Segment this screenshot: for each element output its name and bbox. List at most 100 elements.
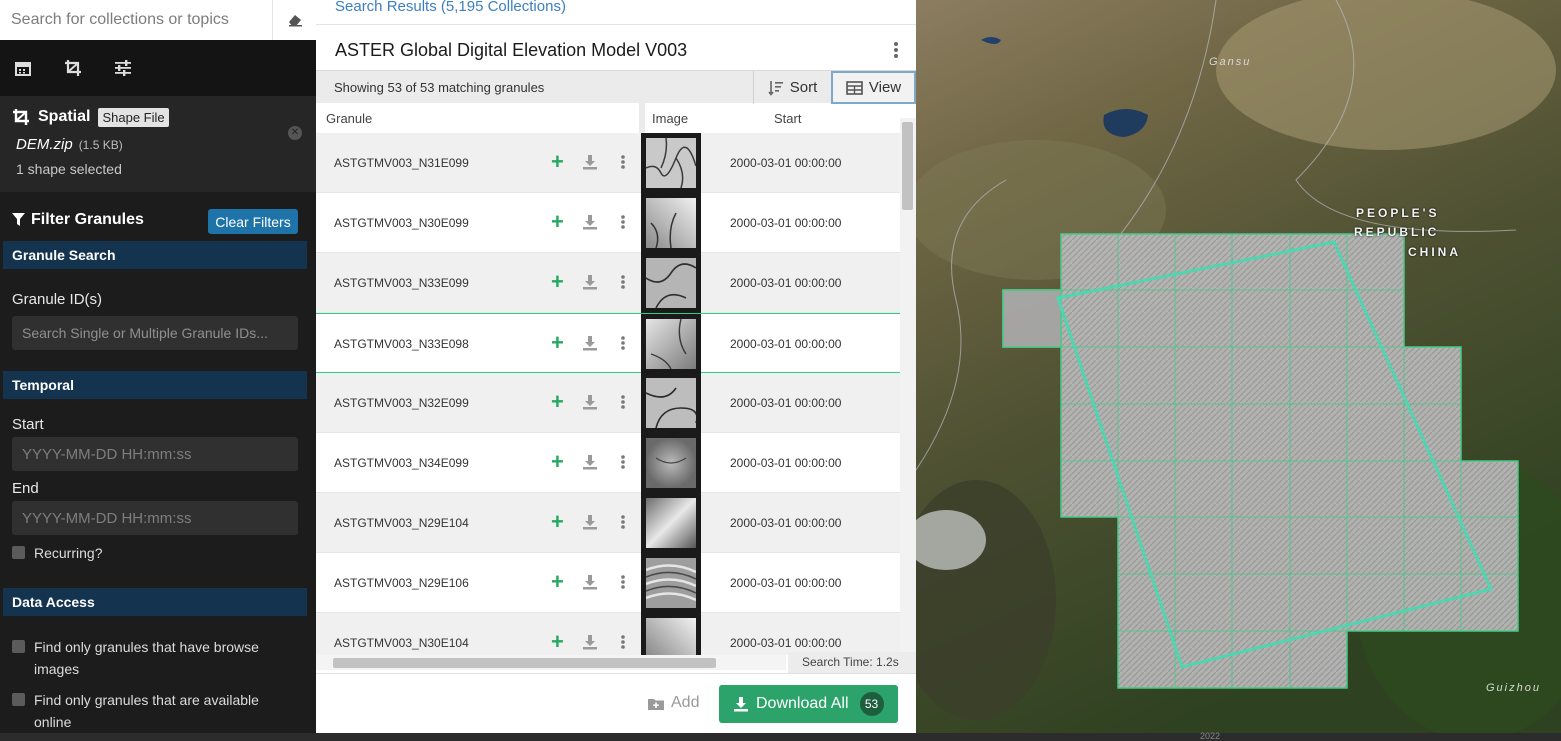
temporal-tool-button[interactable] xyxy=(10,55,36,81)
granule-results-panel: Search Results (5,195 Collections) ASTER… xyxy=(316,0,916,733)
browse-thumbnail[interactable] xyxy=(646,618,696,655)
horizontal-scrollbar[interactable] xyxy=(316,655,786,670)
granule-menu-button[interactable] xyxy=(619,274,627,290)
browse-thumbnail[interactable] xyxy=(646,438,696,488)
add-granule-button[interactable]: + xyxy=(551,211,565,233)
granule-column-header[interactable]: Granule xyxy=(326,111,372,126)
granule-start: 2000-03-01 00:00:00 xyxy=(730,516,842,530)
plus-icon: + xyxy=(551,149,564,174)
granule-menu-button[interactable] xyxy=(619,214,627,230)
end-date-input[interactable]: YYYY-MM-DD HH:mm:ss xyxy=(12,501,298,535)
timeline[interactable]: 2022 xyxy=(0,731,1561,741)
scrollbar-thumb[interactable] xyxy=(902,122,913,210)
browse-thumbnail[interactable] xyxy=(646,558,696,608)
collection-search-input[interactable]: Search for collections or topics xyxy=(0,11,272,29)
download-granule-button[interactable] xyxy=(582,274,598,290)
image-column-header[interactable]: Image xyxy=(652,111,688,126)
granule-id: ASTGTMV003_N33E099 xyxy=(334,276,469,290)
download-icon xyxy=(583,395,597,410)
table-row[interactable]: ASTGTMV003_N32E099 + 2000-03-01 00:00:00 xyxy=(316,373,900,433)
start-column-header[interactable]: Start xyxy=(774,111,801,126)
download-granule-button[interactable] xyxy=(582,335,598,351)
online-only-checkbox-row[interactable]: Find only granules that are available onl… xyxy=(12,689,259,733)
shape-file-info: DEM.zip (1.5 KB) xyxy=(12,136,304,153)
granule-search-section[interactable]: Granule Search xyxy=(3,241,307,269)
add-label: Add xyxy=(671,694,700,711)
map-view[interactable]: PEOPLE'S REPUBLIC CHINA Gansu Guizhou xyxy=(916,0,1561,733)
data-access-section[interactable]: Data Access xyxy=(3,588,307,616)
granule-table-body: ASTGTMV003_N31E099 + 2000-03-01 00:00:00… xyxy=(316,133,900,655)
add-granule-button[interactable]: + xyxy=(551,332,565,354)
add-granule-button[interactable]: + xyxy=(551,151,565,173)
granule-menu-button[interactable] xyxy=(619,335,627,351)
more-vertical-icon xyxy=(621,336,625,350)
download-granule-button[interactable] xyxy=(582,574,598,590)
horizontal-scrollbar-thumb[interactable] xyxy=(333,658,716,668)
granule-id: ASTGTMV003_N31E099 xyxy=(334,156,469,170)
browse-only-checkbox-row[interactable]: Find only granules that have browse image… xyxy=(12,636,259,680)
download-granule-button[interactable] xyxy=(582,454,598,470)
download-count-badge: 53 xyxy=(859,692,884,716)
granule-list-scrollbar[interactable] xyxy=(900,118,916,655)
temporal-section[interactable]: Temporal xyxy=(3,371,307,399)
add-granule-button[interactable]: + xyxy=(551,271,565,293)
column-resize-handle[interactable] xyxy=(639,103,645,133)
plus-icon: + xyxy=(551,389,564,414)
browse-thumbnail[interactable] xyxy=(646,498,696,548)
add-granule-button[interactable]: + xyxy=(551,391,565,413)
granule-menu-button[interactable] xyxy=(619,514,627,530)
add-granule-button[interactable]: + xyxy=(551,571,565,593)
online-only-checkbox[interactable] xyxy=(12,693,25,706)
download-granule-button[interactable] xyxy=(582,634,598,650)
table-row[interactable]: ASTGTMV003_N34E099 + 2000-03-01 00:00:00 xyxy=(316,433,900,493)
table-row[interactable]: ASTGTMV003_N30E099 + 2000-03-01 00:00:00 xyxy=(316,193,900,253)
start-date-input[interactable]: YYYY-MM-DD HH:mm:ss xyxy=(12,437,298,471)
collection-menu-button[interactable] xyxy=(891,40,901,60)
sort-button[interactable]: Sort xyxy=(753,71,831,104)
table-row[interactable]: ASTGTMV003_N29E104 + 2000-03-01 00:00:00 xyxy=(316,493,900,553)
plus-icon: + xyxy=(551,269,564,294)
granule-menu-button[interactable] xyxy=(619,574,627,590)
view-button[interactable]: View xyxy=(831,71,916,104)
granule-menu-button[interactable] xyxy=(619,454,627,470)
granule-menu-button[interactable] xyxy=(619,154,627,170)
add-granule-button[interactable]: + xyxy=(551,631,565,653)
folder-plus-icon xyxy=(648,698,664,710)
add-granule-button[interactable]: + xyxy=(551,511,565,533)
browse-only-checkbox[interactable] xyxy=(12,640,25,653)
download-granule-button[interactable] xyxy=(582,214,598,230)
search-results-link[interactable]: Search Results (5,195 Collections) xyxy=(335,0,566,15)
clear-filters-button[interactable]: Clear Filters xyxy=(208,209,298,234)
table-row[interactable]: ASTGTMV003_N31E099 + 2000-03-01 00:00:00 xyxy=(316,133,900,193)
download-granule-button[interactable] xyxy=(582,514,598,530)
table-row[interactable]: ASTGTMV003_N33E099 + 2000-03-01 00:00:00 xyxy=(316,253,900,313)
plus-icon: + xyxy=(551,209,564,234)
download-all-button[interactable]: Download All 53 xyxy=(719,685,898,723)
browse-thumbnail[interactable] xyxy=(646,258,696,308)
crop-icon xyxy=(13,109,29,125)
remove-spatial-button[interactable]: ✕ xyxy=(288,126,302,140)
browse-thumbnail[interactable] xyxy=(646,319,696,369)
spatial-tool-button[interactable] xyxy=(60,55,86,81)
table-row[interactable]: ASTGTMV003_N30E104 + 2000-03-01 00:00:00 xyxy=(316,613,900,655)
map-country-label: REPUBLIC xyxy=(1354,225,1440,239)
recurring-checkbox[interactable] xyxy=(12,546,25,559)
browse-thumbnail[interactable] xyxy=(646,138,696,188)
granule-menu-button[interactable] xyxy=(619,634,627,650)
satellite-basemap[interactable] xyxy=(916,0,1561,733)
browse-thumbnail[interactable] xyxy=(646,378,696,428)
add-to-project-button[interactable]: Add xyxy=(648,694,699,712)
download-granule-button[interactable] xyxy=(582,394,598,410)
granule-id: ASTGTMV003_N30E099 xyxy=(334,216,469,230)
add-granule-button[interactable]: + xyxy=(551,451,565,473)
granule-id-input[interactable]: Search Single or Multiple Granule IDs... xyxy=(12,316,298,350)
clear-search-button[interactable] xyxy=(272,0,316,40)
granule-menu-button[interactable] xyxy=(619,394,627,410)
download-granule-button[interactable] xyxy=(582,154,598,170)
recurring-checkbox-row[interactable]: Recurring? xyxy=(12,542,102,564)
granule-id: ASTGTMV003_N30E104 xyxy=(334,636,469,650)
table-row[interactable]: ASTGTMV003_N33E098 + 2000-03-01 00:00:00 xyxy=(316,313,900,374)
browse-thumbnail[interactable] xyxy=(646,198,696,248)
advanced-filters-button[interactable] xyxy=(110,55,136,81)
table-row[interactable]: ASTGTMV003_N29E106 + 2000-03-01 00:00:00 xyxy=(316,553,900,613)
